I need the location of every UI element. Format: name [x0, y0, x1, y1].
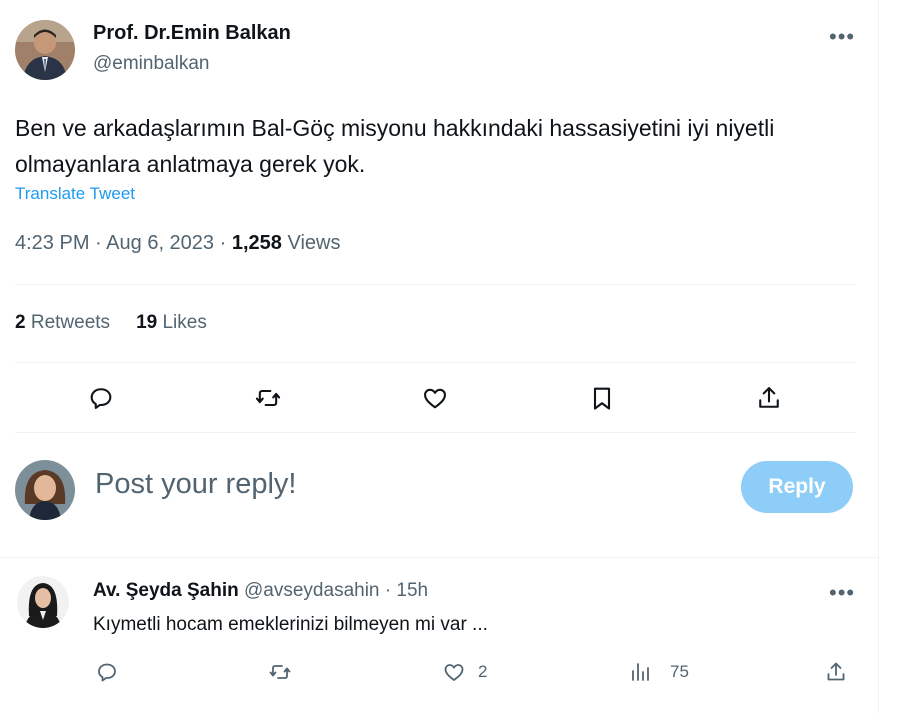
current-user-avatar[interactable]	[15, 460, 75, 520]
likes-stat[interactable]: 19 Likes	[136, 312, 207, 333]
bookmark-button[interactable]	[584, 380, 620, 416]
engagement-stats: 2 Retweets 19 Likes	[15, 312, 207, 334]
retweet-button[interactable]	[250, 380, 286, 416]
commenter-handle[interactable]: @avseydasahin	[244, 580, 379, 601]
retweet-icon	[255, 389, 281, 407]
divider	[15, 362, 856, 363]
author-handle[interactable]: @eminbalkan	[93, 53, 209, 75]
commenter-avatar[interactable]	[17, 576, 69, 628]
meta-separator: ·	[219, 232, 227, 254]
author-name[interactable]: Prof. Dr.Emin Balkan	[93, 22, 291, 45]
comment-time[interactable]: 15h	[396, 580, 428, 601]
meta-separator: ·	[95, 232, 102, 254]
reply-input[interactable]: Post your reply!	[95, 468, 296, 501]
share-icon	[827, 662, 845, 681]
column-border	[878, 0, 879, 713]
comment-header: Av. Şeyda Şahin @avseydasahin · 15h	[93, 580, 428, 602]
analytics-icon	[632, 663, 649, 681]
like-icon	[424, 388, 446, 409]
comment-share-button[interactable]	[824, 657, 848, 687]
comment-reply-button[interactable]	[95, 657, 119, 687]
translate-tweet-link[interactable]: Translate Tweet	[15, 184, 135, 204]
like-icon	[444, 664, 464, 681]
tweet-time[interactable]: 4:23 PM	[15, 232, 89, 254]
views-label: Views	[287, 232, 341, 254]
retweets-count: 2	[15, 312, 26, 333]
like-button[interactable]	[417, 380, 453, 416]
divider	[15, 432, 856, 433]
comment-likes-count: 2	[478, 662, 488, 681]
more-options-icon[interactable]: •••	[829, 580, 855, 606]
bookmark-icon	[593, 387, 611, 410]
comment-text: Kıymetli hocam emeklerinizi bilmeyen mi …	[93, 614, 488, 635]
comment-views-button[interactable]: 75	[628, 657, 689, 687]
retweets-label: Retweets	[30, 312, 111, 333]
tweet-date[interactable]: Aug 6, 2023	[106, 232, 214, 254]
tweet-text: Ben ve arkadaşlarımın Bal-Göç misyonu ha…	[15, 115, 775, 177]
share-icon	[759, 387, 779, 408]
retweets-stat[interactable]: 2 Retweets	[15, 312, 110, 333]
tweet-meta: 4:23 PM · Aug 6, 2023 · 1,258 Views	[15, 232, 340, 255]
author-avatar[interactable]	[15, 20, 75, 80]
comment-like-button[interactable]: 2	[442, 657, 487, 687]
divider	[15, 284, 856, 285]
views-count: 1,258	[231, 232, 282, 254]
reply-icon	[98, 663, 116, 682]
likes-count: 19	[136, 312, 158, 333]
comment-separator: ·	[384, 580, 392, 601]
divider	[0, 557, 878, 558]
retweet-icon	[269, 665, 291, 679]
share-button[interactable]	[751, 380, 787, 416]
reply-button[interactable]	[83, 380, 119, 416]
reply-icon	[90, 388, 112, 409]
tweet-detail-page: Prof. Dr.Emin Balkan @eminbalkan ••• Ben…	[0, 0, 900, 713]
likes-label: Likes	[162, 312, 207, 333]
comment-views-count: 75	[670, 662, 689, 681]
reply-submit-button[interactable]: Reply	[741, 461, 853, 513]
commenter-name[interactable]: Av. Şeyda Şahin	[93, 580, 239, 601]
more-options-icon[interactable]: •••	[829, 24, 855, 50]
comment-retweet-button[interactable]	[268, 657, 292, 687]
